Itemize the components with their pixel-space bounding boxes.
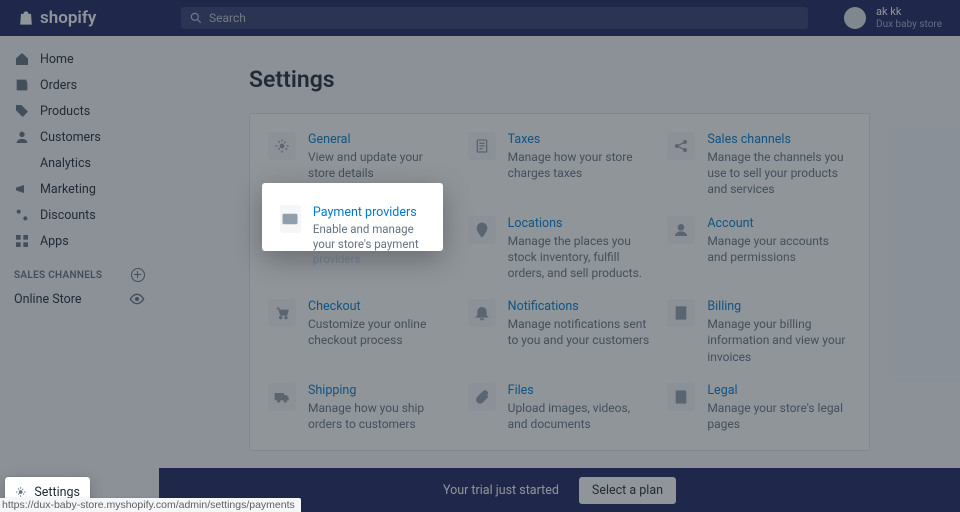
sidebar-item-home[interactable]: Home (0, 46, 159, 72)
clip-icon (468, 383, 496, 411)
tile-desc: Enable and manage your store's payment p… (313, 222, 425, 267)
tile-locations[interactable]: Locations Manage the places you stock inv… (468, 216, 652, 282)
tile-title: Billing (707, 299, 851, 314)
sidebar-item-label: Online Store (14, 292, 81, 307)
sidebar-item-label: Discounts (40, 208, 96, 223)
sidebar-item-label: Home (40, 52, 74, 67)
tile-desc: Manage your billing information and view… (707, 316, 851, 365)
page-title: Settings (159, 36, 960, 113)
megaphone-icon (14, 181, 30, 197)
tile-title: Taxes (508, 132, 652, 147)
sidebar-item-discounts[interactable]: Discounts (0, 202, 159, 228)
account-icon (667, 216, 695, 244)
avatar (844, 7, 866, 29)
tile-desc: Manage how you ship orders to customers (308, 400, 452, 432)
user-icon (14, 129, 30, 145)
settings-card: General View and update your store detail… (249, 113, 870, 451)
view-icon[interactable] (129, 291, 145, 307)
percent-icon (14, 207, 30, 223)
tile-notifications[interactable]: Notifications Manage notifications sent t… (468, 299, 652, 365)
tile-billing[interactable]: Billing Manage your billing information a… (667, 299, 851, 365)
tile-legal[interactable]: Legal Manage your store's legal pages (667, 383, 851, 432)
tile-title: Locations (508, 216, 652, 231)
tag-icon (14, 103, 30, 119)
home-icon (14, 51, 30, 67)
bell-icon (468, 299, 496, 327)
sidebar-item-customers[interactable]: Customers (0, 124, 159, 150)
tile-desc: Manage notifications sent to you and you… (508, 316, 652, 348)
tile-title: Sales channels (707, 132, 851, 147)
tile-account[interactable]: Account Manage your accounts and permissi… (667, 216, 851, 282)
search-wrap: Search (159, 7, 844, 29)
legal-icon (667, 383, 695, 411)
tile-desc: Manage your store's legal pages (707, 400, 851, 432)
sidebar-item-products[interactable]: Products (0, 98, 159, 124)
sidebar-item-label: Marketing (40, 182, 96, 197)
sidebar-item-label: Orders (40, 78, 77, 93)
brand-logo[interactable]: shopify (0, 7, 159, 29)
search-placeholder: Search (209, 11, 246, 25)
user-store: Dux baby store (876, 19, 942, 30)
sidebar-item-analytics[interactable]: Analytics (0, 150, 159, 176)
tile-title: Legal (707, 383, 851, 398)
tile-files[interactable]: Files Upload images, videos, and document… (468, 383, 652, 432)
sidebar-item-label: Products (40, 104, 90, 119)
user-name: ak kk (876, 6, 942, 18)
tile-title: Account (707, 216, 851, 231)
sidebar-item-marketing[interactable]: Marketing (0, 176, 159, 202)
trial-text: Your trial just started (443, 483, 559, 498)
search-input[interactable]: Search (181, 7, 808, 29)
cart-icon (268, 299, 296, 327)
channels-header: SALES CHANNELS (0, 254, 159, 286)
tile-title: Shipping (308, 383, 452, 398)
sidebar-item-label: Apps (40, 234, 69, 249)
user-text: ak kk Dux baby store (876, 6, 942, 29)
tile-sales-channels[interactable]: Sales channels Manage the channels you us… (667, 132, 851, 198)
user-menu[interactable]: ak kk Dux baby store (844, 6, 960, 29)
document-icon (468, 132, 496, 160)
gear-icon (268, 132, 296, 160)
shopify-bag-icon (16, 7, 36, 29)
search-icon (189, 11, 203, 25)
receipt-icon (667, 299, 695, 327)
brand-name: shopify (40, 8, 96, 28)
grid-icon (14, 233, 30, 249)
tile-taxes[interactable]: Taxes Manage how your store charges taxes (468, 132, 652, 198)
sidebar-item-label: Analytics (40, 156, 91, 171)
sidebar-item-online-store[interactable]: Online Store (0, 286, 159, 312)
tile-desc: Customize your online checkout process (308, 316, 452, 348)
tile-desc: View and update your store details (308, 149, 452, 181)
tile-desc: Manage the channels you use to sell your… (707, 149, 851, 198)
tile-checkout[interactable]: Checkout Customize your online checkout p… (268, 299, 452, 365)
add-channel-button[interactable] (131, 268, 145, 282)
status-url: https://dux-baby-store.myshopify.com/adm… (0, 498, 301, 512)
tile-title: General (308, 132, 452, 147)
tile-title: Checkout (308, 299, 452, 314)
tile-desc: Manage your accounts and permissions (707, 233, 851, 265)
tile-title: Files (508, 383, 652, 398)
tile-desc: Manage the places you stock inventory, f… (508, 233, 652, 282)
orders-icon (14, 77, 30, 93)
tile-desc: Manage how your store charges taxes (508, 149, 652, 181)
pin-icon (468, 216, 496, 244)
select-plan-button[interactable]: Select a plan (579, 477, 676, 504)
analytics-icon (14, 155, 30, 171)
sidebar: Home Orders Products Customers Analytics… (0, 36, 159, 512)
tile-payment-providers[interactable]: Payment providers Enable and manage your… (262, 183, 443, 251)
topbar: shopify Search ak kk Dux baby store (0, 0, 960, 36)
tile-title: Notifications (508, 299, 652, 314)
main: Settings General View and update your sto… (159, 36, 960, 468)
card-icon (280, 205, 301, 233)
tile-desc: Upload images, videos, and documents (508, 400, 652, 432)
channels-header-label: SALES CHANNELS (14, 270, 102, 281)
sidebar-item-apps[interactable]: Apps (0, 228, 159, 254)
sidebar-item-orders[interactable]: Orders (0, 72, 159, 98)
sidebar-item-label: Customers (40, 130, 101, 145)
tile-title: Payment providers (313, 205, 425, 220)
tile-shipping[interactable]: Shipping Manage how you ship orders to cu… (268, 383, 452, 432)
truck-icon (268, 383, 296, 411)
share-icon (667, 132, 695, 160)
